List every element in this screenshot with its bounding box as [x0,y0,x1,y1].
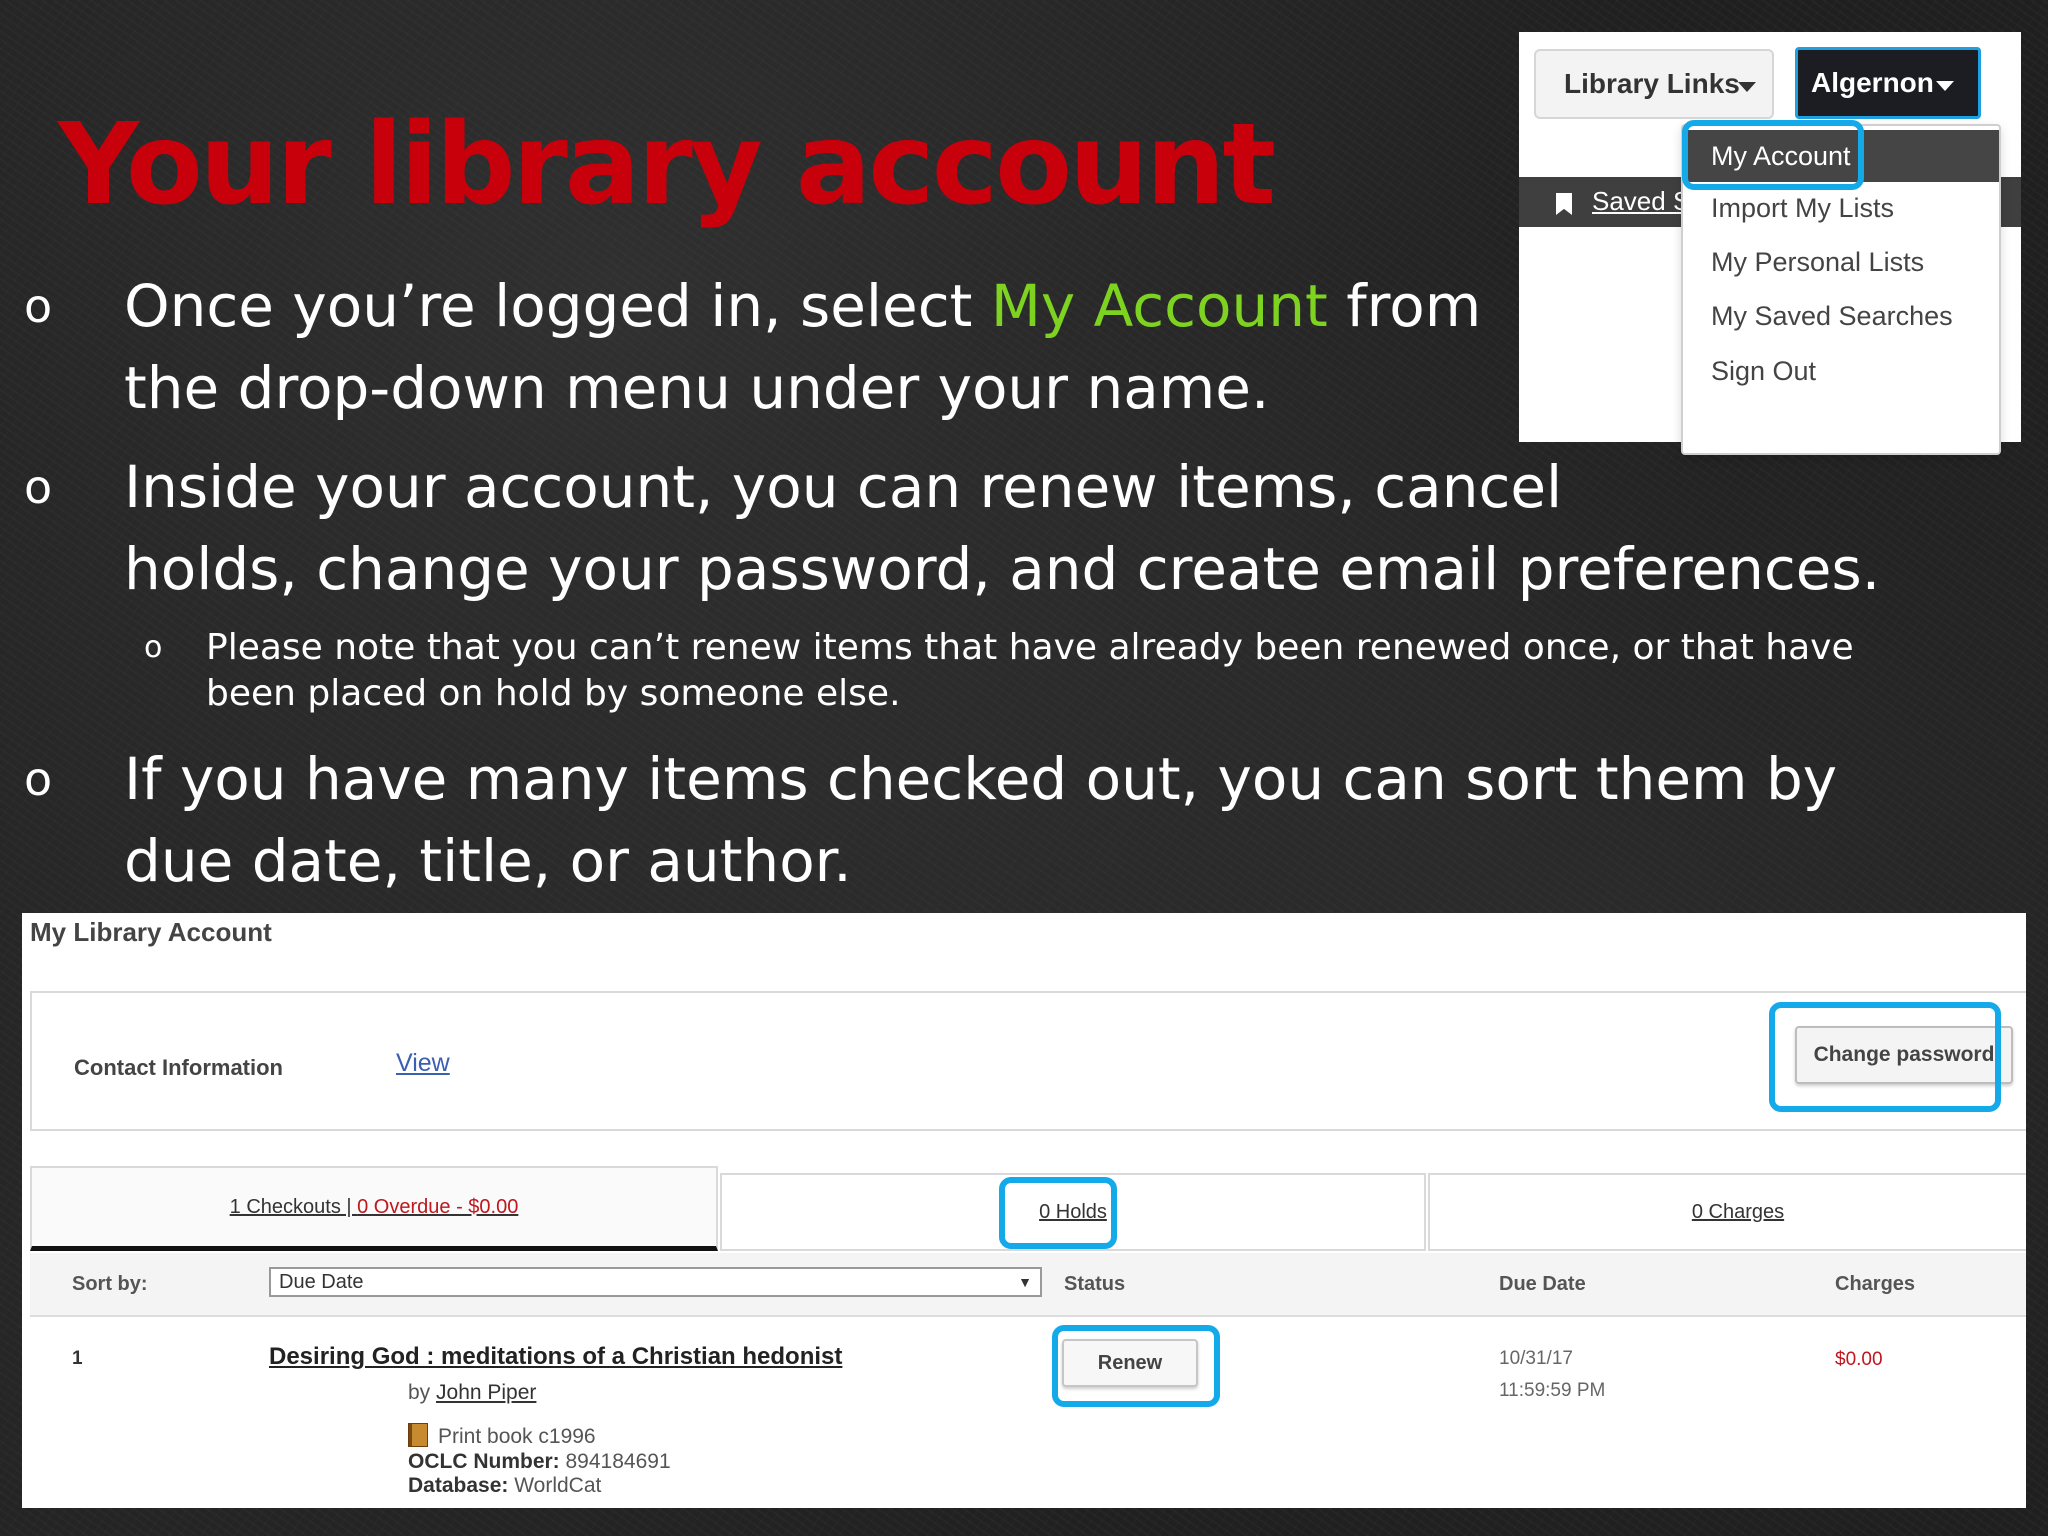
sub-bullet-line-1: Please note that you can’t renew items t… [206,627,1854,668]
charges-tab-link[interactable]: 0 Charges [1692,1201,1784,1224]
status-column-header: Status [1064,1273,1126,1295]
caret-down-icon [1936,81,1954,91]
bullet-2-line-2: holds, change your password, and create … [124,535,1881,603]
bookmark-icon [1556,193,1572,215]
item-charge: $0.00 [1835,1349,1883,1370]
menu-item-my-personal-lists[interactable]: My Personal Lists [1683,236,1999,288]
due-date-column-header: Due Date [1499,1273,1586,1295]
bullet-2-line-1: Inside your account, you can renew items… [124,453,1563,521]
contact-information-panel: Contact Information View [30,991,2026,1131]
bullet-1-line-2: the drop-down menu under your name. [124,354,1270,422]
user-name-label: Algernon [1811,67,1934,98]
bullet-1-line-1: Once you’re logged in, select My Account… [124,272,1482,340]
sort-header-row: Sort by: Due Date ▼ Status Due Date Char… [30,1253,2026,1317]
library-account-screenshot: My Library Account Contact Information V… [22,913,2026,1508]
renew-button[interactable]: Renew [1062,1339,1198,1387]
user-menu-button[interactable]: Algernon [1795,47,1981,119]
bullet-marker: o [24,752,53,806]
bullet-3-line-1: If you have many items checked out, you … [124,745,1838,813]
item-title-link[interactable]: Desiring God : meditations of a Christia… [269,1343,842,1371]
sort-by-select[interactable]: Due Date ▼ [269,1267,1042,1297]
sub-bullet-marker: o [144,630,163,665]
bullet-3-line-2: due date, title, or author. [124,827,852,895]
select-arrow-icon: ▼ [1018,1274,1032,1290]
tab-holds[interactable]: 0 Holds [720,1173,1426,1251]
holds-tab-link[interactable]: 0 Holds [1039,1201,1107,1224]
item-due-time: 11:59:59 PM [1499,1380,1606,1401]
item-format: Print book c1996 [408,1423,596,1449]
item-database: Database: WorldCat [408,1474,602,1497]
change-password-button[interactable]: Change password [1795,1026,2013,1084]
menu-item-import-my-lists[interactable]: Import My Lists [1683,182,1999,234]
my-account-highlight-text: My Account [990,272,1328,340]
item-author-line: by John Piper [408,1381,537,1404]
user-dropdown-menu: My Account Import My Lists My Personal L… [1681,124,2001,455]
sub-bullet-line-2: been placed on hold by someone else. [206,673,901,714]
bullet-marker: o [24,279,53,333]
charges-column-header: Charges [1835,1273,1916,1295]
bullet-marker: o [24,460,53,514]
menu-item-sign-out[interactable]: Sign Out [1683,345,1999,397]
library-links-button[interactable]: Library Links [1534,49,1774,119]
account-page-title: My Library Account [30,917,272,947]
saved-searches-link[interactable]: Saved S [1592,186,1690,217]
item-row-number: 1 [72,1348,83,1369]
print-book-icon [408,1423,428,1447]
sort-by-value: Due Date [279,1271,364,1293]
sort-by-label: Sort by: [72,1273,148,1295]
tab-checkouts[interactable]: 1 Checkouts | 0 Overdue - $0.00 [30,1166,718,1251]
item-due-date: 10/31/17 [1499,1348,1573,1369]
caret-down-icon [1738,82,1756,92]
contact-information-label: Contact Information [74,1055,283,1080]
menu-item-my-saved-searches[interactable]: My Saved Searches [1683,290,1999,342]
item-author-link[interactable]: John Piper [436,1381,536,1404]
contact-view-link[interactable]: View [396,1049,450,1078]
tab-charges[interactable]: 0 Charges [1428,1173,2026,1251]
item-oclc-number: OCLC Number: 894184691 [408,1450,671,1473]
menu-item-my-account[interactable]: My Account [1683,130,1999,182]
library-links-label: Library Links [1564,68,1740,99]
user-menu-screenshot: Library Links Algernon Saved S My Accoun… [1519,32,2021,455]
slide-title: Your library account [58,100,1276,230]
checkouts-tab-link[interactable]: 1 Checkouts | 0 Overdue - $0.00 [230,1196,519,1219]
